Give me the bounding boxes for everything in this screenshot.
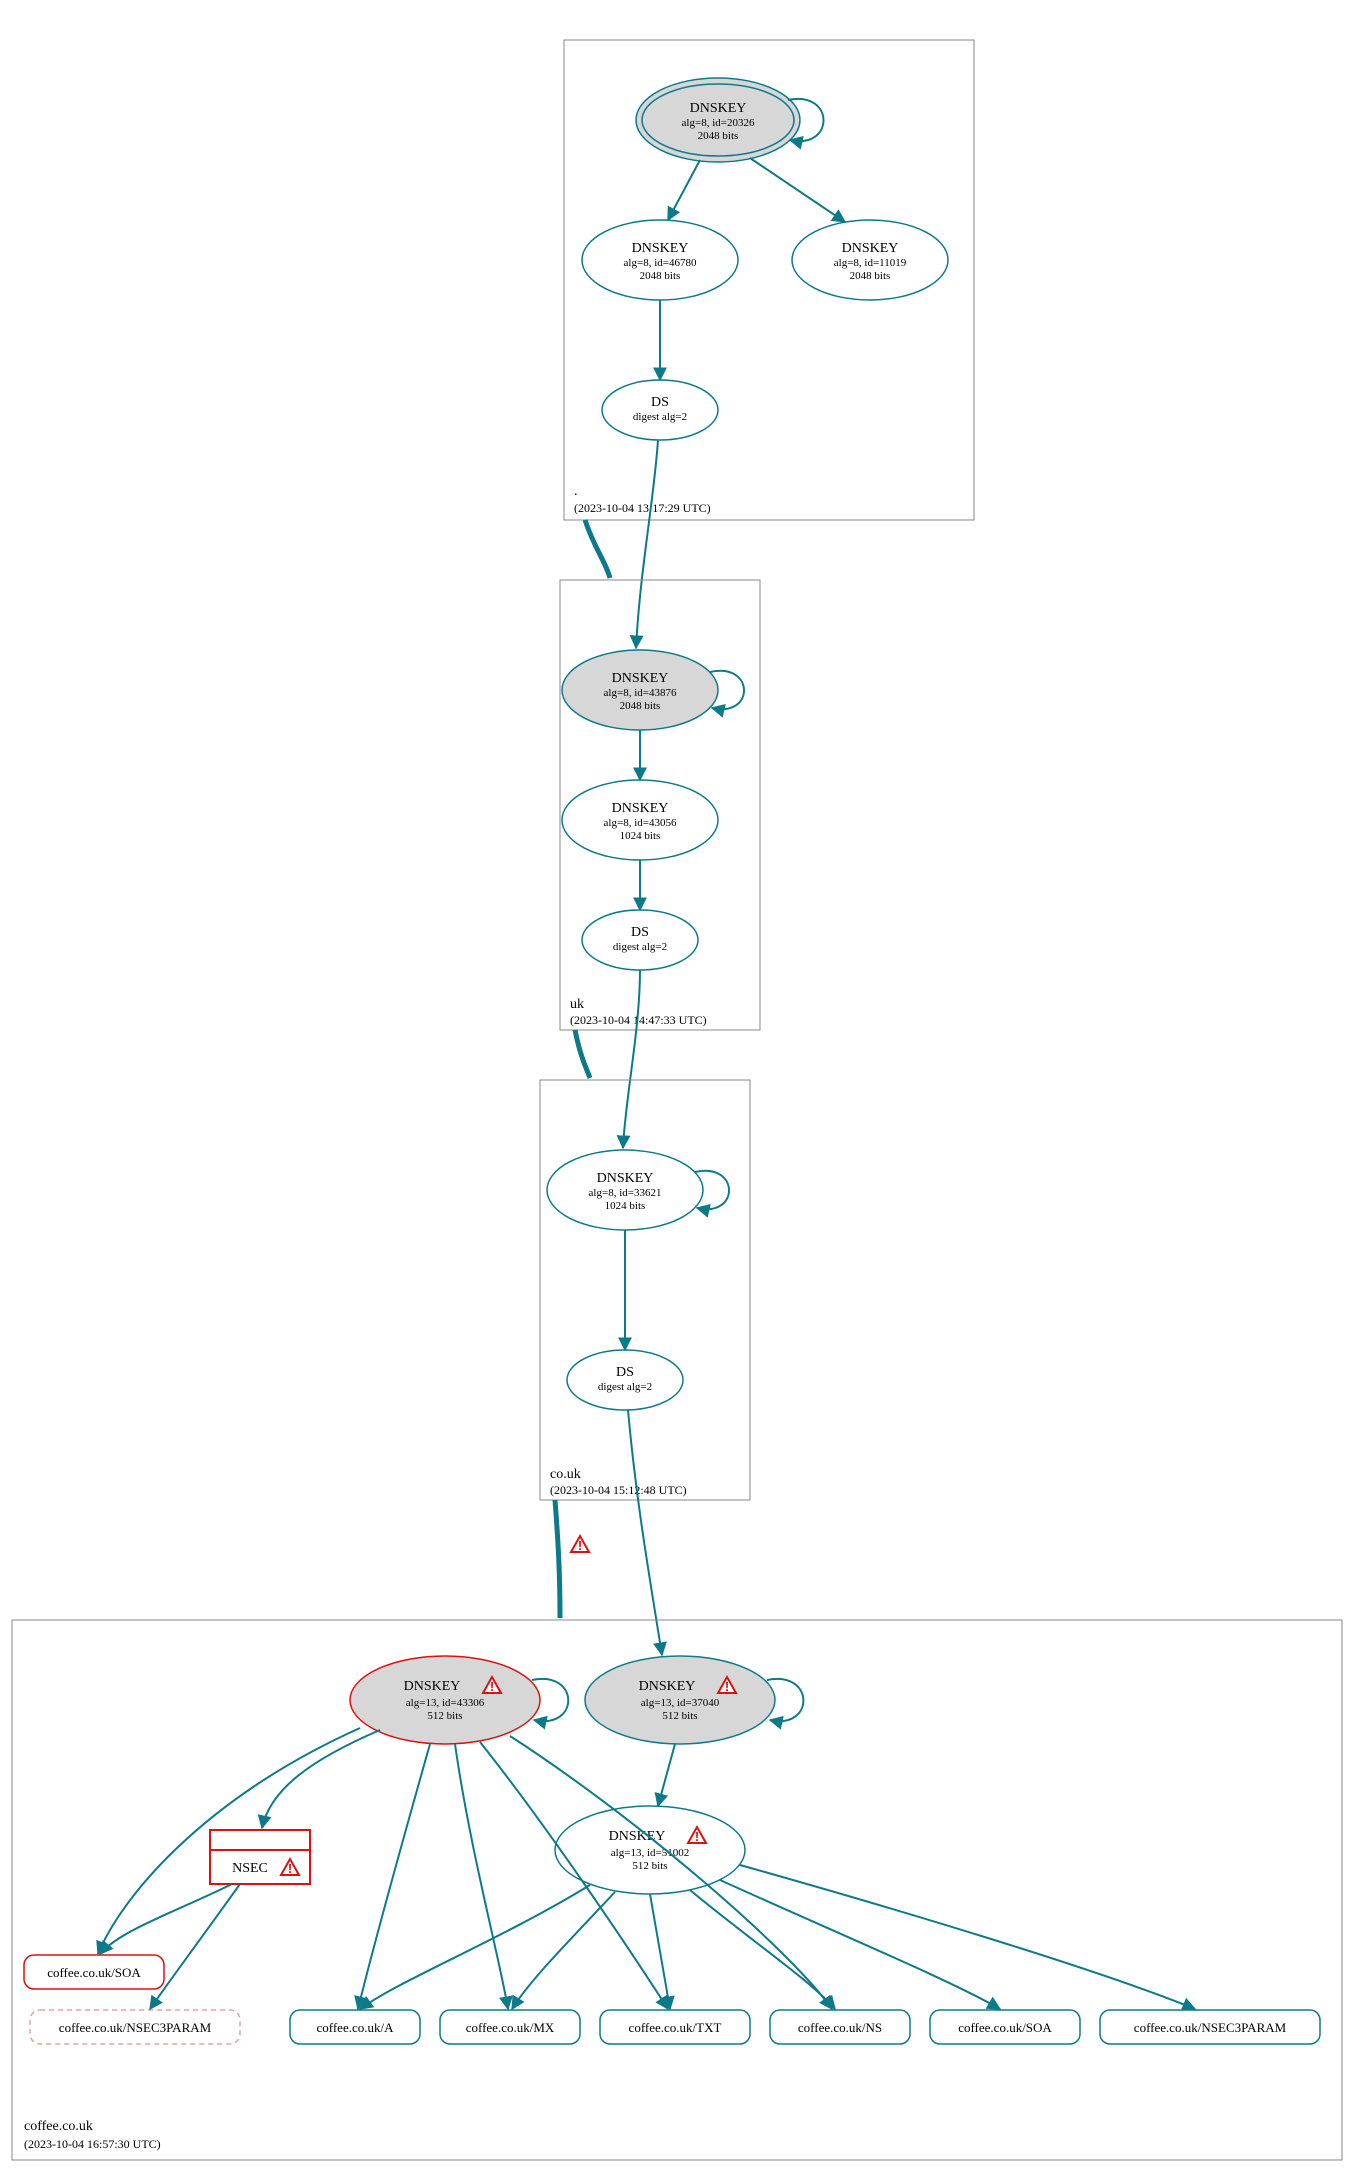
svg-text:DS: DS [616,1365,634,1380]
zone-coffee-ts: (2023-10-04 16:57:30 UTC) [24,2137,161,2151]
svg-text:DNSKEY: DNSKEY [404,1679,461,1694]
svg-text:coffee.co.uk/SOA: coffee.co.uk/SOA [958,2020,1052,2035]
svg-text:alg=8, id=43056: alg=8, id=43056 [604,817,677,829]
svg-text:alg=8, id=33621: alg=8, id=33621 [589,1187,662,1199]
svg-text:DS: DS [651,395,669,410]
zone-root-ts: (2023-10-04 13:17:29 UTC) [574,501,711,515]
zone-couk-ts: (2023-10-04 15:12:48 UTC) [550,1483,687,1497]
svg-text:coffee.co.uk/NSEC3PARAM: coffee.co.uk/NSEC3PARAM [1134,2020,1287,2035]
uk-ds[interactable] [582,910,698,970]
svg-text:DNSKEY: DNSKEY [612,671,669,686]
svg-text:coffee.co.uk/A: coffee.co.uk/A [316,2020,394,2035]
svg-text:alg=13, id=43306: alg=13, id=43306 [406,1697,485,1709]
svg-text:coffee.co.uk/MX: coffee.co.uk/MX [466,2020,555,2035]
svg-text:digest alg=2: digest alg=2 [633,411,687,423]
svg-text:coffee.co.uk/TXT: coffee.co.uk/TXT [629,2020,722,2035]
svg-text:DS: DS [631,925,649,940]
svg-text:coffee.co.uk/NSEC3PARAM: coffee.co.uk/NSEC3PARAM [59,2020,212,2035]
svg-text:DNSKEY: DNSKEY [612,801,669,816]
svg-text:DNSKEY: DNSKEY [639,1679,696,1694]
svg-text:512 bits: 512 bits [632,1860,667,1872]
dnssec-diagram: ! . (2023-10-04 13:17:29 UTC) DNSKEY alg… [0,0,1353,2182]
svg-text:alg=8, id=20326: alg=8, id=20326 [682,117,755,129]
svg-text:DNSKEY: DNSKEY [690,101,747,116]
svg-text:2048 bits: 2048 bits [850,270,891,282]
svg-text:1024 bits: 1024 bits [605,1200,646,1212]
svg-text:digest alg=2: digest alg=2 [613,941,667,953]
zone-root-label: . [574,484,578,499]
svg-text:2048 bits: 2048 bits [640,270,681,282]
svg-text:alg=13, id=37040: alg=13, id=37040 [641,1697,720,1709]
nsec-node[interactable]: NSEC [210,1830,310,1884]
warning-icon [571,1536,589,1553]
svg-text:512 bits: 512 bits [427,1710,462,1722]
svg-text:alg=8, id=11019: alg=8, id=11019 [834,257,907,269]
svg-text:coffee.co.uk/NS: coffee.co.uk/NS [798,2020,882,2035]
svg-text:NSEC: NSEC [232,1861,268,1876]
zone-couk [540,1080,750,1500]
couk-ds[interactable] [567,1350,683,1410]
svg-text:DNSKEY: DNSKEY [632,241,689,256]
svg-text:2048 bits: 2048 bits [698,130,739,142]
svg-text:coffee.co.uk/SOA: coffee.co.uk/SOA [47,1965,141,1980]
svg-text:512 bits: 512 bits [662,1710,697,1722]
zone-uk-label: uk [570,997,584,1012]
svg-text:1024 bits: 1024 bits [620,830,661,842]
svg-text:digest alg=2: digest alg=2 [598,1381,652,1393]
svg-text:alg=8, id=43876: alg=8, id=43876 [604,687,677,699]
svg-text:2048 bits: 2048 bits [620,700,661,712]
zone-couk-label: co.uk [550,1467,581,1482]
svg-text:DNSKEY: DNSKEY [842,241,899,256]
svg-text:DNSKEY: DNSKEY [597,1171,654,1186]
zone-coffee-label: coffee.co.uk [24,2119,93,2134]
svg-text:alg=8, id=46780: alg=8, id=46780 [624,257,697,269]
svg-text:alg=13, id=51002: alg=13, id=51002 [611,1847,689,1859]
root-ds[interactable] [602,380,718,440]
